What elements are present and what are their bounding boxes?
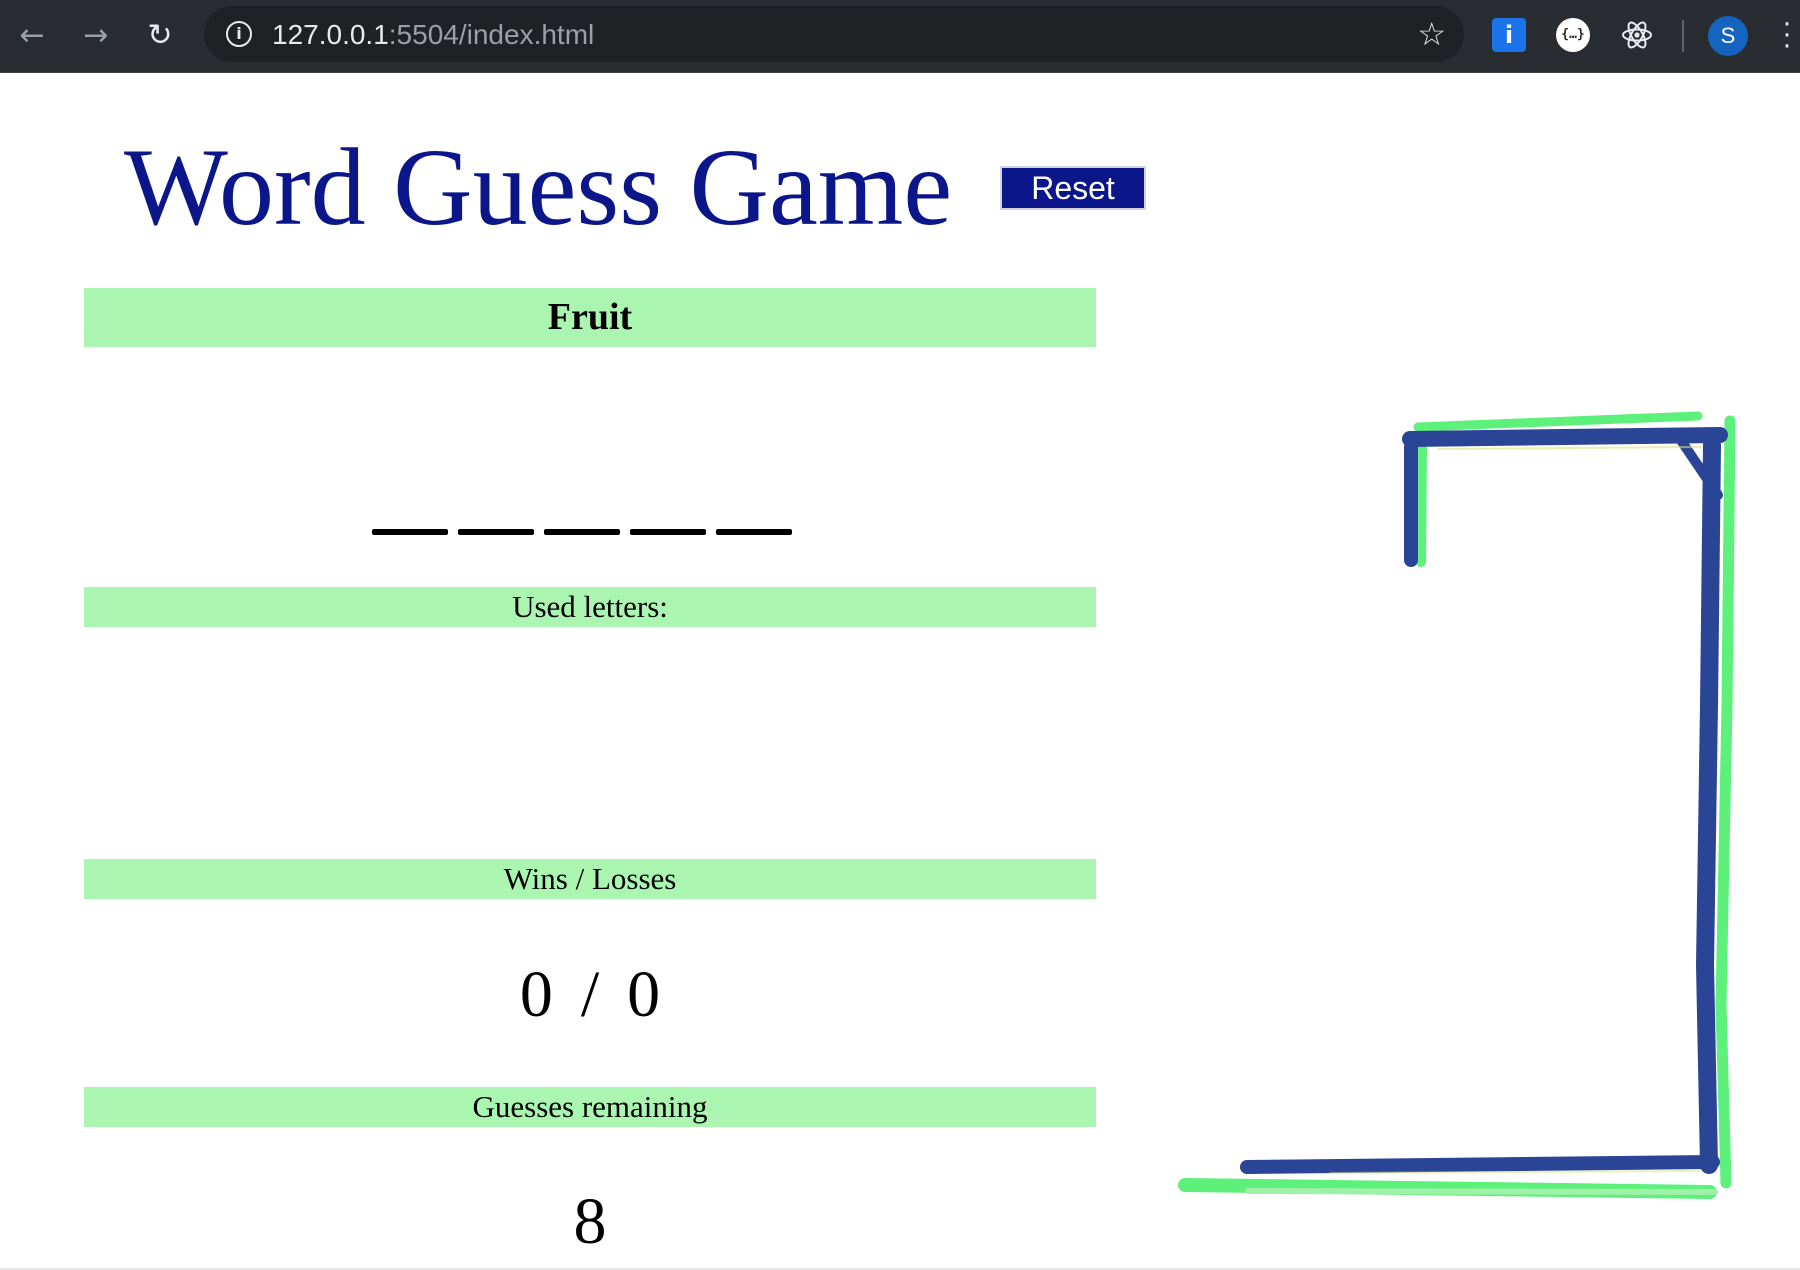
score: 0 / 0 [84,955,1096,1035]
profile-avatar[interactable]: S [1708,16,1748,56]
page-title: Word Guess Game [124,126,953,248]
category-banner: Fruit [84,288,1096,347]
toolbar-separator [1682,20,1684,52]
losses-count: 0 [627,958,661,1031]
letter-blank [372,529,448,535]
reset-button[interactable]: Reset [1000,166,1146,210]
url-text[interactable]: 127.0.0.1:5504/index.html [272,19,594,51]
wins-losses-label: Wins / Losses [84,859,1096,899]
letter-blank [716,529,792,535]
wins-count: 0 [519,958,553,1031]
star-icon[interactable]: ☆ [1417,14,1446,54]
react-devtools-icon[interactable] [1620,18,1654,52]
address-bar[interactable]: i 127.0.0.1:5504/index.html ☆ [204,6,1464,62]
score-separator: / [580,958,600,1031]
extension-info-icon[interactable]: i [1492,18,1526,52]
forward-arrow-icon[interactable]: → [78,18,114,54]
used-letters-label: Used letters: [84,587,1096,627]
url-host: 127.0.0.1 [272,19,389,50]
reload-icon[interactable]: ↻ [142,18,178,54]
guesses-remaining: 8 [573,1185,607,1258]
json-viewer-icon[interactable]: {…} [1556,18,1590,52]
menu-dots-icon[interactable]: · · · [1782,12,1792,60]
letter-blank [630,529,706,535]
info-icon[interactable]: i [226,21,252,47]
letter-blank [544,529,620,535]
gallows-drawing [1178,411,1736,1199]
letter-blank [458,529,534,535]
back-arrow-icon[interactable]: ← [14,18,50,54]
used-letters [84,640,1096,790]
browser-toolbar: ← → ↻ i 127.0.0.1:5504/index.html ☆ i {…… [0,0,1800,73]
url-path: :5504/index.html [388,19,595,50]
word-blanks [372,529,792,537]
guesses-remaining-label: Guesses remaining [84,1087,1096,1127]
